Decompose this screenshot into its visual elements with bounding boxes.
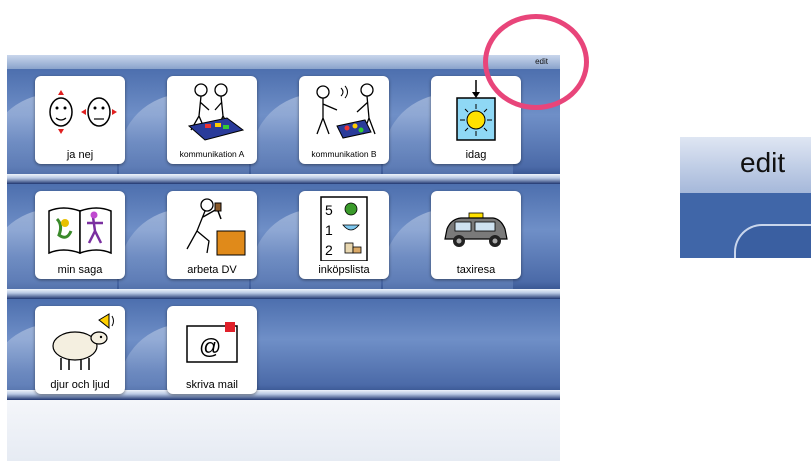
tile-arbeta-dv[interactable]: arbeta DV [167,191,257,279]
svg-text:2: 2 [325,242,333,258]
faces-yes-no-icon [49,90,117,134]
tile-ja-nej[interactable]: ja nej [35,76,125,164]
tile-label: kommunikation B [311,149,377,159]
email-icon: @ [186,322,238,363]
highlight-circle [483,14,589,110]
tile-kommunikation-a[interactable]: kommunikation A [167,76,257,164]
tile-kommunikation-b[interactable]: kommunikation B [299,76,389,164]
tile-label: taxiresa [456,264,496,276]
taxi-icon [444,212,508,247]
top-bar: edit [7,55,560,69]
tile-label: arbeta DV [187,264,237,276]
tile-label: min saga [57,264,103,276]
communication-b-icon [316,83,376,139]
tile-inkopslista[interactable]: 5 1 2 inköpslista [299,191,389,279]
work-icon [186,198,246,256]
storybook-icon [48,207,112,255]
tile-skriva-mail[interactable]: @ skriva mail [167,306,257,394]
tile-label: inköpslista [318,264,370,276]
svg-text:1: 1 [325,222,333,238]
tile-label: skriva mail [186,379,238,391]
tile-label: kommunikation A [179,149,245,159]
svg-text:@: @ [199,334,221,359]
tile-taxiresa[interactable]: taxiresa [431,191,521,279]
tile-djur-och-ljud[interactable]: djur och ljud [35,306,125,394]
empty-area [7,400,560,461]
svg-text:5: 5 [325,202,333,218]
zoomed-edit-label: edit [740,147,786,178]
communication-a-icon [187,83,245,141]
tile-label: idag [465,149,487,161]
tile-min-saga[interactable]: min saga [35,191,125,279]
app-screen: edit ja nej kommunikation A kommunikatio… [7,55,560,461]
shopping-list-icon: 5 1 2 [320,196,368,261]
tile-label: ja nej [66,149,94,161]
zoom-inset: edit [680,137,811,258]
tile-label: djur och ljud [50,379,110,391]
sheep-sound-icon [52,313,114,370]
